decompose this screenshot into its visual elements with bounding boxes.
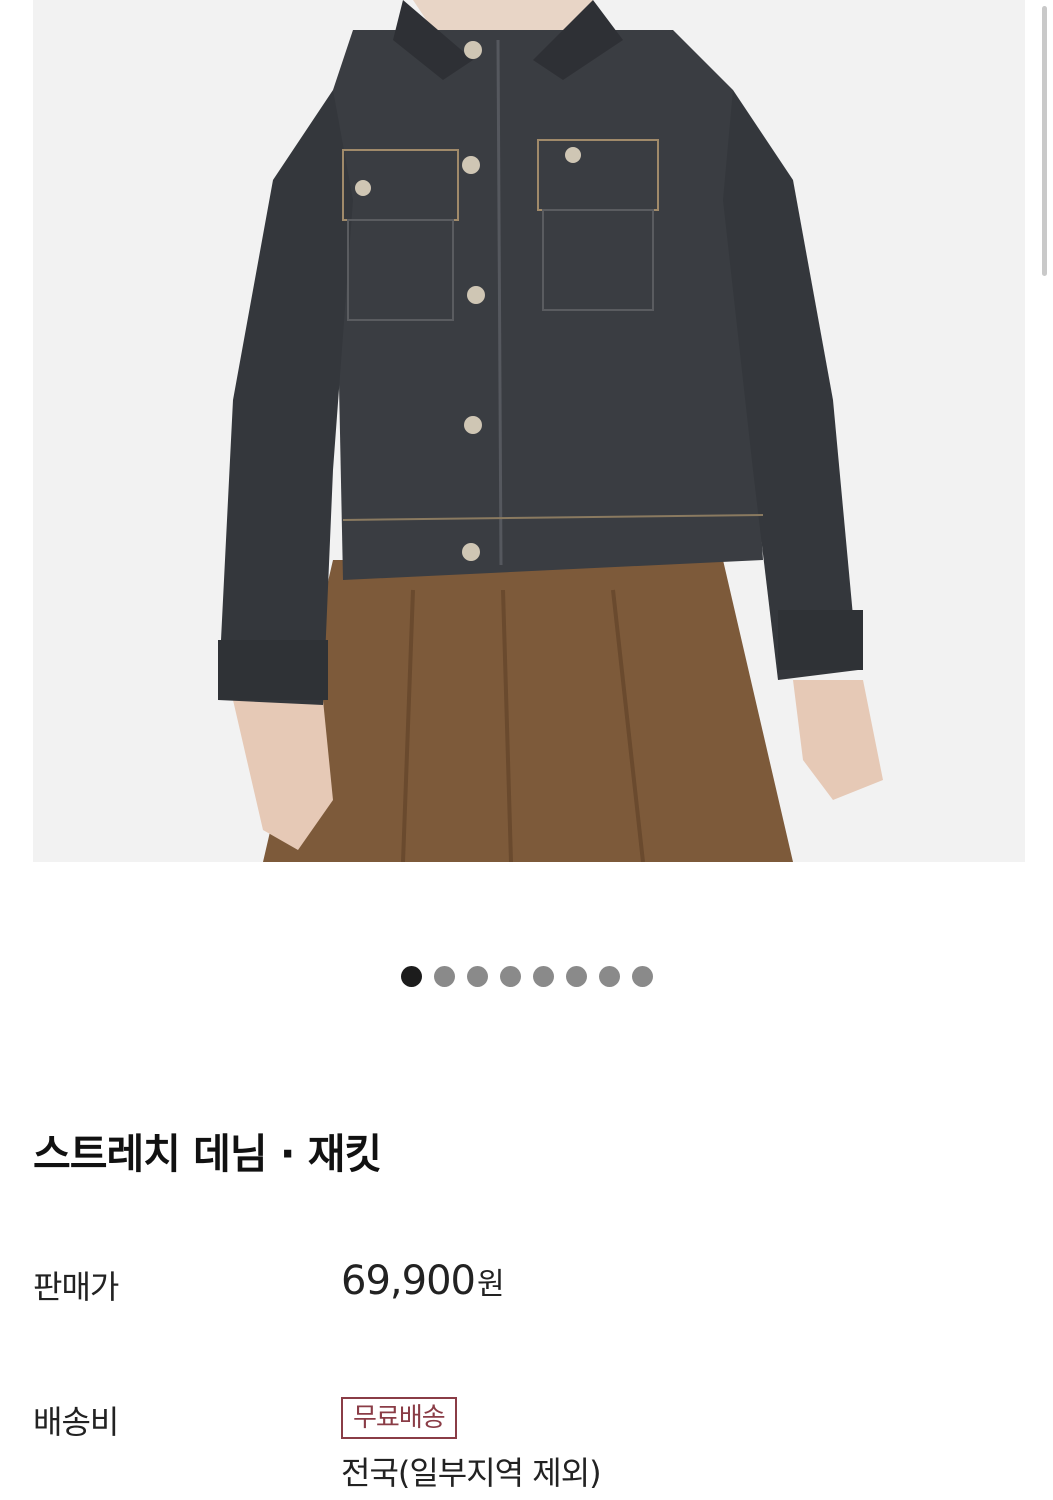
- price-label: 판매가: [33, 1268, 119, 1306]
- shipping-label: 배송비: [33, 1403, 119, 1441]
- product-title: 스트레치 데님 · 재킷: [33, 1130, 382, 1178]
- product-photo[interactable]: [33, 0, 1025, 862]
- carousel-pagination: [0, 966, 1053, 987]
- product-photo-denim-jacket-icon: [33, 0, 1025, 862]
- price-amount: 69,900: [341, 1258, 476, 1304]
- free-shipping-badge: 무료배송: [341, 1397, 457, 1439]
- price-value: 69,900원: [341, 1258, 505, 1304]
- carousel-dot-6[interactable]: [565, 966, 587, 987]
- scrollbar-thumb[interactable]: [1042, 6, 1047, 276]
- carousel-dot-7[interactable]: [598, 966, 620, 987]
- carousel-dot-8[interactable]: [631, 966, 653, 987]
- carousel-dot-2[interactable]: [433, 966, 455, 987]
- carousel-dot-4[interactable]: [499, 966, 521, 987]
- price-currency: 원: [476, 1267, 505, 1302]
- carousel-dot-1[interactable]: [400, 966, 422, 987]
- scrollbar[interactable]: [1041, 0, 1049, 278]
- product-detail-page: 스트레치 데님 · 재킷 판매가 69,900원 배송비 무료배송 전국(일부지…: [0, 0, 1053, 1500]
- carousel-dot-5[interactable]: [532, 966, 554, 987]
- shipping-note: 전국(일부지역 제외): [341, 1454, 602, 1492]
- carousel-dot-3[interactable]: [466, 966, 488, 987]
